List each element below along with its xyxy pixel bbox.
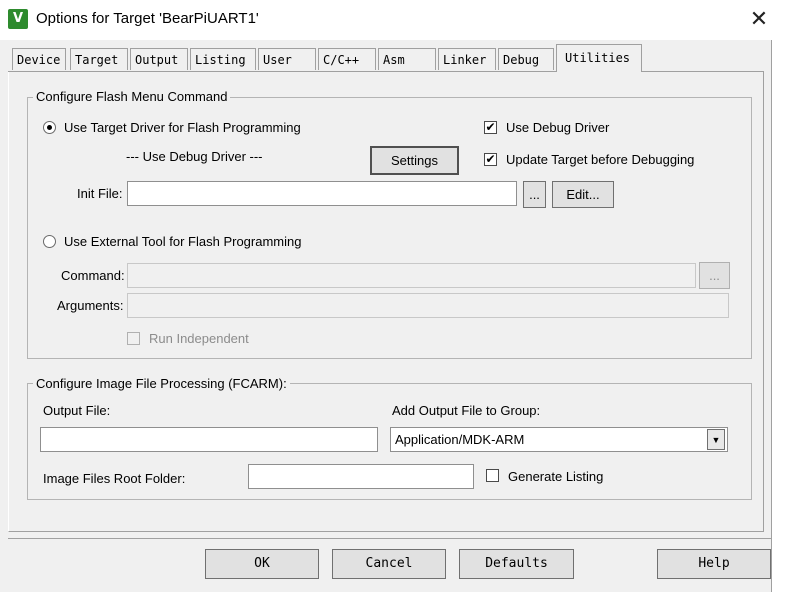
command-browse-button[interactable]: ... <box>699 262 730 289</box>
use-external-tool-radio[interactable] <box>43 235 56 248</box>
defaults-button[interactable]: Defaults <box>459 549 574 579</box>
close-icon[interactable]: ✕ <box>744 6 774 32</box>
window-edge <box>771 40 785 592</box>
uvision-app-icon: V <box>8 9 28 29</box>
chevron-down-icon[interactable]: ▼ <box>707 429 725 450</box>
tab-asm[interactable]: Asm <box>378 48 436 70</box>
flash-driver-select[interactable]: --- Use Debug Driver --- <box>126 149 263 164</box>
tab-output[interactable]: Output <box>130 48 188 70</box>
use-debug-driver-checkbox[interactable]: ✔ <box>484 121 497 134</box>
run-independent-checkbox[interactable] <box>127 332 140 345</box>
ok-button[interactable]: OK <box>205 549 319 579</box>
command-label: Command: <box>61 268 125 283</box>
output-group-value: Application/MDK-ARM <box>395 432 525 447</box>
generate-listing-checkbox[interactable] <box>486 469 499 482</box>
tab-target[interactable]: Target <box>70 48 128 70</box>
settings-button[interactable]: Settings <box>370 146 459 175</box>
help-button[interactable]: Help <box>657 549 771 579</box>
tab-listing[interactable]: Listing <box>190 48 256 70</box>
init-file-browse-button[interactable]: ... <box>523 181 546 208</box>
tab-utilities[interactable]: Utilities <box>556 44 642 72</box>
use-target-driver-label: Use Target Driver for Flash Programming <box>64 120 301 135</box>
tab-device[interactable]: Device <box>12 48 66 70</box>
update-target-label: Update Target before Debugging <box>506 152 695 167</box>
tab-linker[interactable]: Linker <box>438 48 496 70</box>
generate-listing-label: Generate Listing <box>508 469 604 484</box>
image-group-title: Configure Image File Processing (FCARM): <box>33 376 290 391</box>
add-output-group-label: Add Output File to Group: <box>392 403 541 418</box>
tab-cpp[interactable]: C/C++ <box>318 48 376 70</box>
run-independent-label: Run Independent <box>149 331 249 346</box>
flash-menu-group <box>27 97 752 359</box>
output-file-label: Output File: <box>43 403 111 418</box>
use-debug-driver-label: Use Debug Driver <box>506 120 610 135</box>
arguments-input[interactable] <box>127 293 729 318</box>
update-target-checkbox[interactable]: ✔ <box>484 153 497 166</box>
tab-user[interactable]: User <box>258 48 316 70</box>
init-file-input[interactable] <box>127 181 517 206</box>
edit-button[interactable]: Edit... <box>552 181 614 208</box>
init-file-label: Init File: <box>77 186 123 201</box>
cancel-button[interactable]: Cancel <box>332 549 446 579</box>
output-file-input[interactable] <box>40 427 378 452</box>
flash-group-title: Configure Flash Menu Command <box>33 89 231 104</box>
use-target-driver-radio[interactable] <box>43 121 56 134</box>
tab-debug[interactable]: Debug <box>498 48 554 70</box>
arguments-label: Arguments: <box>57 298 124 313</box>
footer-separator <box>8 538 771 539</box>
root-folder-label: Image Files Root Folder: <box>43 471 186 486</box>
window-title: Options for Target 'BearPiUART1' <box>36 10 259 27</box>
use-external-tool-label: Use External Tool for Flash Programming <box>64 234 302 249</box>
root-folder-input[interactable] <box>248 464 474 489</box>
command-input[interactable] <box>127 263 696 288</box>
